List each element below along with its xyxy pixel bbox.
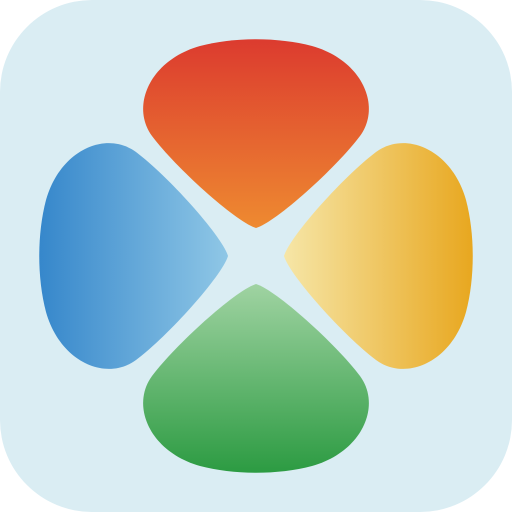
clover-logo-icon <box>0 0 512 512</box>
app-icon[interactable] <box>0 0 512 512</box>
